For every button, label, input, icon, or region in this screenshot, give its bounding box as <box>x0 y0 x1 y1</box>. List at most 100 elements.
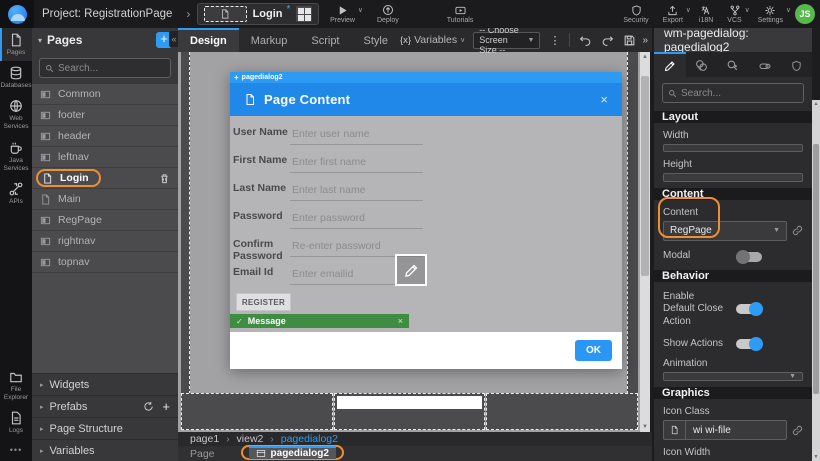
canvas-scrollbar[interactable]: ▲ ▼ <box>640 52 650 432</box>
i18n-button[interactable]: i18N <box>699 0 713 28</box>
refresh-prefabs-icon[interactable] <box>143 401 154 412</box>
security-button[interactable]: Security <box>623 0 648 28</box>
properties-scrollbar[interactable]: ▲ ▼ <box>812 100 820 461</box>
ok-button[interactable]: OK <box>575 340 612 361</box>
page-item-rightnav[interactable]: rightnav <box>32 231 178 252</box>
scrollbar-thumb[interactable] <box>641 76 649 276</box>
design-canvas[interactable]: + pagedialog2 Page Content × User Name F… <box>178 52 640 432</box>
tab-styles[interactable] <box>686 52 718 77</box>
export-dropdown-icon[interactable]: ∨ <box>686 6 691 14</box>
rail-item-web-services[interactable]: Web Services <box>0 94 32 135</box>
rail-item-apis[interactable]: APIs <box>0 177 32 210</box>
preview-button[interactable]: Preview ∨ <box>330 0 355 28</box>
animation-select[interactable]: ▼ <box>663 372 803 381</box>
variables-menu[interactable]: {x} Variables ∨ <box>400 34 465 46</box>
tab-events[interactable] <box>717 52 749 77</box>
settings-button[interactable]: Settings ∨ <box>758 0 783 28</box>
username-field[interactable] <box>290 125 423 145</box>
page-item-header[interactable]: header <box>32 126 178 147</box>
tab-style[interactable]: Style <box>352 28 400 52</box>
leftnav-placeholder[interactable] <box>181 52 190 394</box>
rail-item-file-explorer[interactable]: File Explorer <box>0 365 32 406</box>
properties-search[interactable] <box>662 83 804 103</box>
bind-link-icon[interactable] <box>792 225 803 236</box>
section-prefabs[interactable]: ▸ Prefabs + <box>32 395 178 417</box>
close-action-toggle[interactable] <box>735 302 763 316</box>
firstname-field[interactable] <box>290 153 423 173</box>
caret-down-icon[interactable]: ▾ <box>38 36 42 45</box>
bind-link-icon[interactable] <box>792 425 803 436</box>
page-item-topnav[interactable]: topnav <box>32 252 178 273</box>
scroll-down-icon[interactable]: ▼ <box>812 454 820 460</box>
page-item-leftnav[interactable]: leftnav <box>32 147 178 168</box>
tab-markup[interactable]: Markup <box>239 28 300 52</box>
icon-class-input[interactable]: wi wi-file <box>663 420 787 440</box>
page-item-main[interactable]: Main <box>32 189 178 210</box>
vcs-button[interactable]: VCS ∨ <box>727 0 741 28</box>
page-item-common[interactable]: Common <box>32 84 178 105</box>
expand-panel-icon[interactable]: » <box>642 35 648 46</box>
pagedialog-chip[interactable]: pagedialog2 <box>249 446 336 459</box>
pages-search[interactable] <box>39 58 171 78</box>
breadcrumb-page1[interactable]: page1 <box>190 433 219 445</box>
scroll-down-icon[interactable]: ▼ <box>640 422 650 432</box>
rightnav-placeholder[interactable] <box>627 52 638 394</box>
more-options-icon[interactable]: ••• <box>0 439 32 461</box>
deploy-button[interactable]: Deploy <box>377 0 399 28</box>
rail-item-java-services[interactable]: Java Services <box>0 136 32 177</box>
section-page-structure[interactable]: ▸ Page Structure <box>32 417 178 439</box>
pages-grid-icon[interactable] <box>296 6 312 22</box>
scrollbar-thumb[interactable] <box>813 144 819 394</box>
settings-dropdown-icon[interactable]: ∨ <box>786 6 791 14</box>
tab-devices[interactable] <box>749 52 781 77</box>
footer-middle-cell[interactable] <box>334 393 486 430</box>
message-close-icon[interactable]: × <box>398 316 403 326</box>
footer-left-cell[interactable] <box>181 393 333 430</box>
register-button[interactable]: REGISTER <box>236 293 291 311</box>
section-widgets[interactable]: ▸ Widgets <box>32 373 178 395</box>
tab-security[interactable] <box>780 52 812 77</box>
dialog-close-icon[interactable]: × <box>600 92 608 107</box>
message-alert[interactable]: ✓ Message × <box>230 314 409 328</box>
undo-icon[interactable] <box>579 34 592 47</box>
lastname-field[interactable] <box>290 181 423 201</box>
add-prefab-icon[interactable]: + <box>162 399 170 414</box>
rail-item-logs[interactable]: Logs <box>0 406 32 439</box>
vcs-dropdown-icon[interactable]: ∨ <box>745 6 750 14</box>
page-item-regpage[interactable]: RegPage <box>32 210 178 231</box>
page-dialog-widget[interactable]: + pagedialog2 Page Content × User Name F… <box>230 72 622 369</box>
tutorials-button[interactable]: Tutorials <box>447 0 474 28</box>
more-tools-icon[interactable]: ⋮ <box>549 34 560 47</box>
height-input[interactable] <box>663 173 803 181</box>
edit-content-button[interactable] <box>395 254 427 286</box>
screen-size-select[interactable]: -- Choose Screen Size -- ▼ <box>473 32 540 49</box>
open-page-tab[interactable]: Login * <box>197 3 319 25</box>
breadcrumb-pagedialog2[interactable]: pagedialog2 <box>281 433 338 445</box>
section-variables[interactable]: ▸ Variables <box>32 439 178 461</box>
wavemaker-logo[interactable] <box>0 0 34 28</box>
scroll-up-icon[interactable]: ▲ <box>812 101 820 107</box>
tab-script[interactable]: Script <box>299 28 351 52</box>
breadcrumb-view2[interactable]: view2 <box>237 433 264 445</box>
user-avatar[interactable]: JS <box>795 4 815 24</box>
footer-right-cell[interactable] <box>486 393 638 430</box>
page-item-footer[interactable]: footer <box>32 105 178 126</box>
content-select[interactable]: RegPage ▼ <box>663 221 787 241</box>
delete-page-icon[interactable] <box>159 173 170 184</box>
pages-search-input[interactable] <box>58 63 158 74</box>
export-button[interactable]: Export ∨ <box>663 0 683 28</box>
properties-search-input[interactable] <box>681 88 781 99</box>
scroll-up-icon[interactable]: ▲ <box>640 52 650 62</box>
password-field[interactable] <box>290 209 423 229</box>
rail-item-databases[interactable]: Databases <box>0 61 32 94</box>
rail-item-pages[interactable]: Pages <box>0 28 32 61</box>
dialog-header[interactable]: Page Content × <box>230 83 622 116</box>
save-icon[interactable] <box>623 34 636 47</box>
modal-toggle[interactable] <box>735 250 763 264</box>
page-item-login-selected[interactable]: Login <box>32 168 178 189</box>
tab-properties[interactable] <box>654 52 686 77</box>
redo-icon[interactable] <box>601 34 614 47</box>
preview-dropdown-icon[interactable]: ∨ <box>358 6 363 14</box>
width-input[interactable] <box>663 144 803 152</box>
show-actions-toggle[interactable] <box>735 337 763 351</box>
